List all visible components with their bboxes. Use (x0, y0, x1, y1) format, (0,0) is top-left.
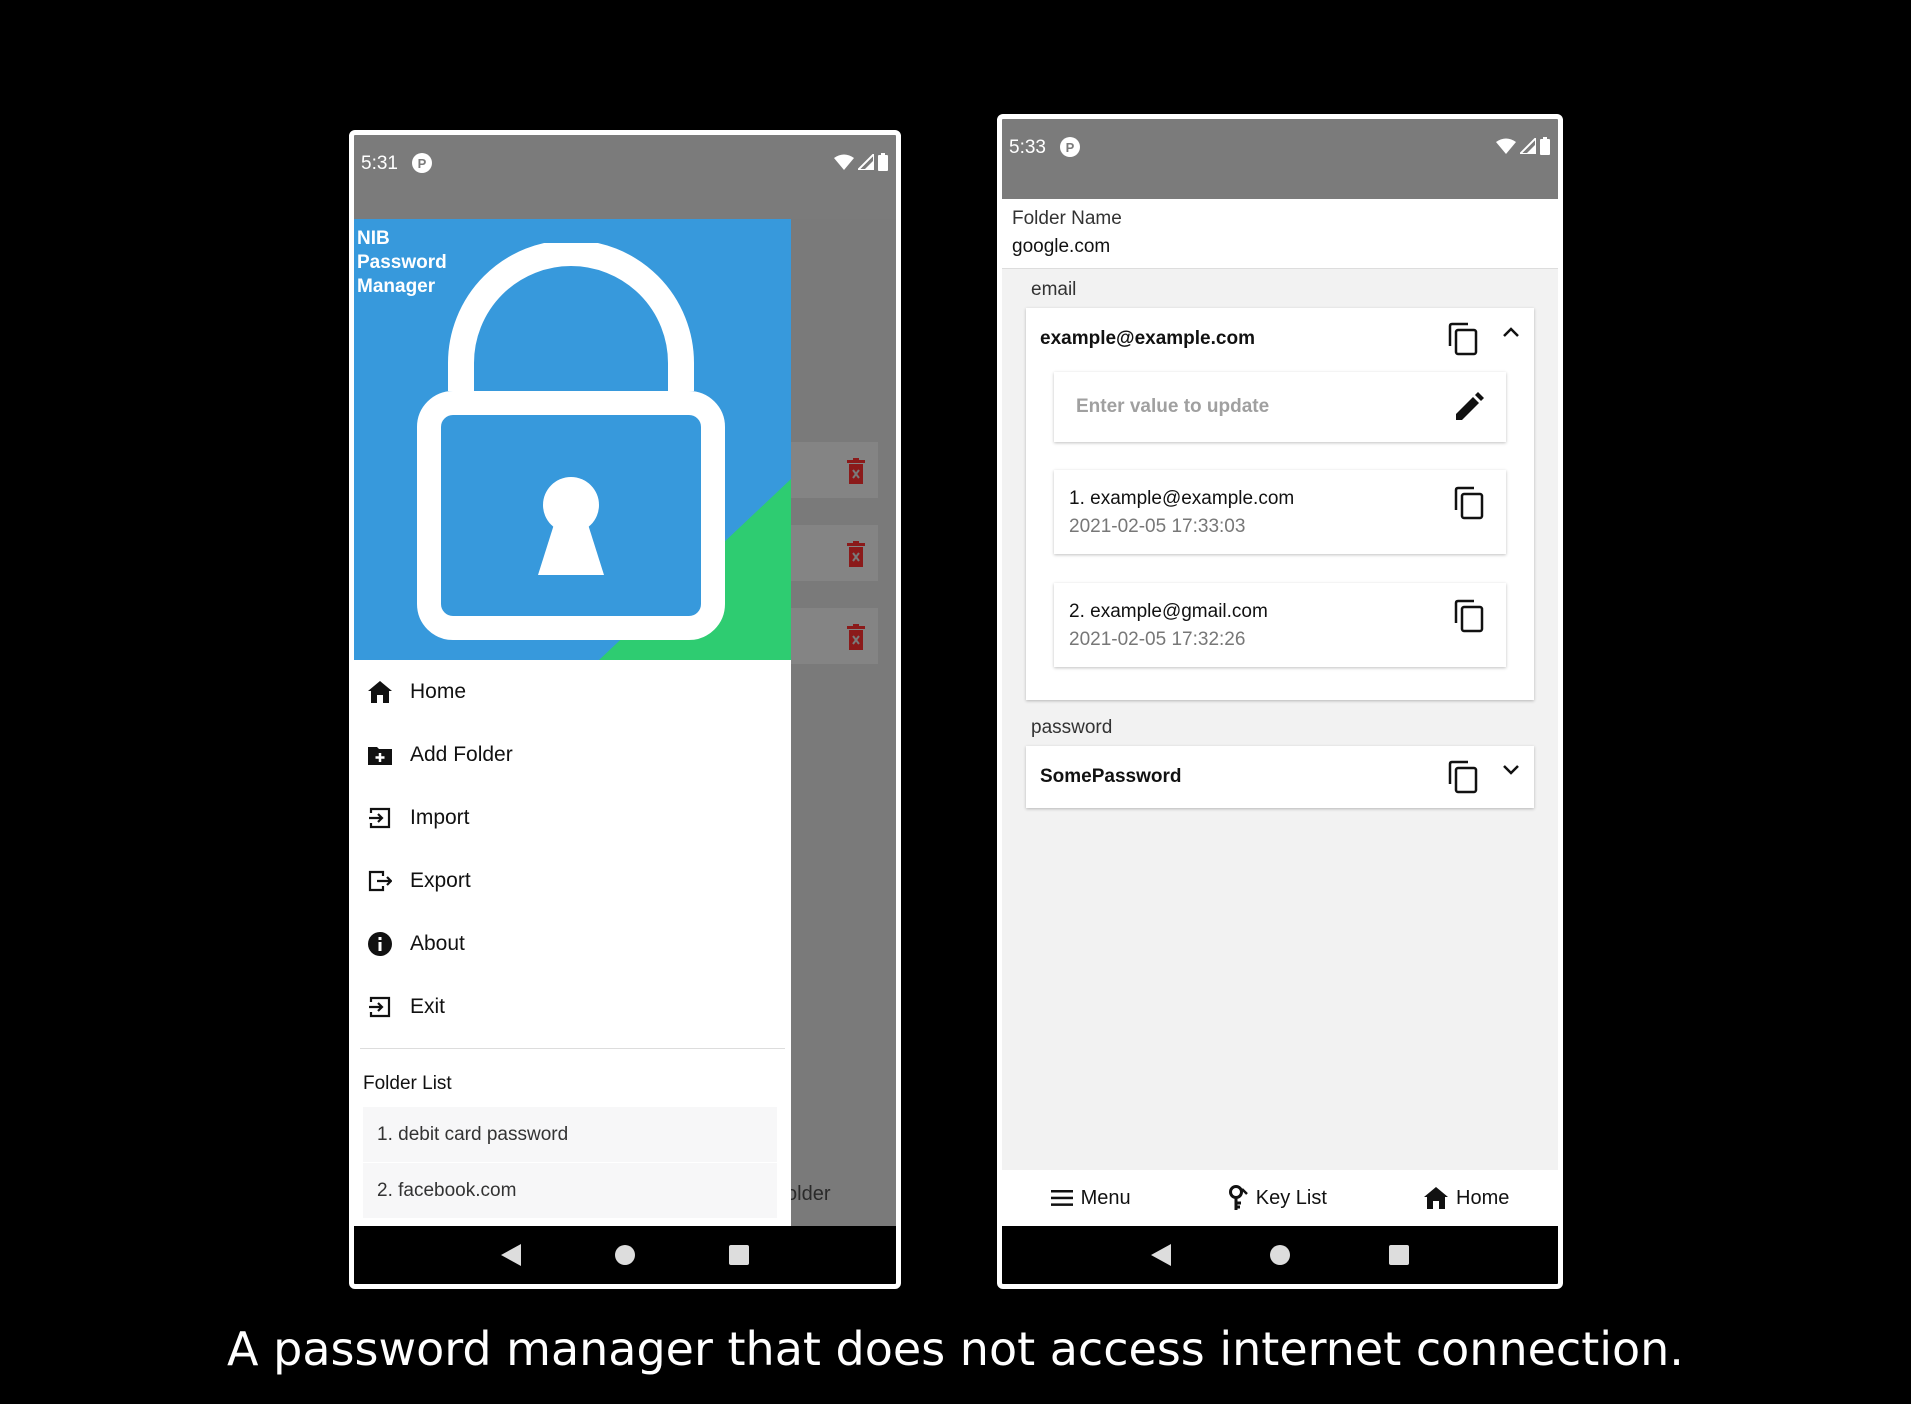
chevron-up-icon[interactable] (1502, 326, 1520, 338)
wifi-icon (1496, 138, 1516, 154)
left-screen: 5:31 P older NIB Password Manager Home A… (354, 135, 896, 1284)
wifi-icon (834, 154, 854, 170)
home-icon (1424, 1187, 1449, 1209)
status-bar: 5:33 P (1002, 119, 1558, 199)
folder-name-value: google.com (1012, 236, 1111, 257)
import-icon (367, 805, 393, 831)
recents-icon[interactable] (729, 1245, 750, 1265)
home-circle-icon[interactable] (614, 1244, 636, 1266)
app-title: NIB Password Manager (357, 228, 447, 297)
status-icons (1496, 137, 1550, 155)
history-item: 1. example@example.com 2021-02-05 17:33:… (1054, 470, 1506, 554)
signal-icon (1520, 138, 1536, 154)
back-icon[interactable] (500, 1244, 521, 1266)
back-icon[interactable] (1151, 1244, 1171, 1266)
copy-icon[interactable] (1448, 760, 1478, 794)
status-time: 5:33 (1009, 137, 1046, 158)
left-phone: 5:31 P older NIB Password Manager Home A… (349, 130, 901, 1289)
update-value-input[interactable]: Enter value to update (1054, 372, 1506, 442)
key-icon (1228, 1185, 1248, 1210)
history-timestamp: 2021-02-05 17:33:03 (1069, 516, 1246, 537)
status-time: 5:31 (361, 153, 398, 174)
recents-icon[interactable] (1389, 1245, 1409, 1265)
drawer-header: NIB Password Manager (354, 219, 791, 660)
field-label-email: email (1031, 279, 1077, 300)
field-card-password: SomePassword (1026, 746, 1534, 808)
info-icon (367, 931, 393, 957)
tab-key-list[interactable]: Key List (1228, 1185, 1327, 1211)
tab-menu[interactable]: Menu (1050, 1186, 1131, 1210)
battery-icon (1540, 137, 1550, 155)
background-card (788, 525, 878, 581)
background-card (788, 442, 878, 498)
signal-icon (858, 154, 874, 170)
notification-icon: P (411, 153, 432, 173)
update-placeholder: Enter value to update (1076, 396, 1270, 417)
history-value: 1. example@example.com (1069, 488, 1295, 509)
menu-item-home[interactable]: Home (354, 660, 791, 723)
system-nav-bar (1002, 1226, 1558, 1284)
field-header-email[interactable]: example@example.com (1026, 308, 1534, 370)
home-icon (367, 679, 393, 705)
copy-icon[interactable] (1454, 599, 1484, 633)
right-screen: 5:33 P Folder Name google.com email exam… (1002, 119, 1558, 1284)
menu-icon (1050, 1190, 1073, 1206)
menu-item-export[interactable]: Export (354, 849, 791, 912)
background-card (788, 608, 878, 664)
add-folder-icon (367, 742, 393, 768)
caption-text: A password manager that does not access … (227, 1322, 1684, 1376)
folder-header: Folder Name google.com (1002, 199, 1558, 269)
chevron-down-icon[interactable] (1502, 764, 1520, 776)
tab-label: Key List (1255, 1186, 1327, 1209)
folder-list-item[interactable]: 1. debit card password (363, 1107, 777, 1163)
home-circle-icon[interactable] (1269, 1244, 1291, 1266)
menu-item-add-folder[interactable]: Add Folder (354, 723, 791, 786)
navigation-drawer: NIB Password Manager Home Add Folder Imp… (354, 219, 791, 1226)
field-header-password[interactable]: SomePassword (1026, 746, 1534, 808)
exit-icon (367, 994, 393, 1020)
right-phone: 5:33 P Folder Name google.com email exam… (997, 114, 1563, 1289)
delete-icon (847, 624, 865, 650)
tab-label: Menu (1080, 1186, 1131, 1209)
tab-label: Home (1456, 1186, 1510, 1209)
tab-home[interactable]: Home (1424, 1187, 1509, 1210)
history-value: 2. example@gmail.com (1069, 601, 1268, 622)
copy-icon[interactable] (1448, 322, 1478, 356)
export-icon (367, 868, 393, 894)
bottom-tab-bar: Menu Key List Home (1002, 1170, 1558, 1226)
drawer-menu: Home Add Folder Import Export About Exit (354, 660, 791, 1038)
folder-list-item[interactable]: 2. facebook.com (363, 1163, 777, 1219)
folder-list-heading: Folder List (363, 1073, 452, 1094)
field-value: SomePassword (1040, 766, 1182, 787)
field-card-email: example@example.com Enter value to updat… (1026, 308, 1534, 700)
menu-item-import[interactable]: Import (354, 786, 791, 849)
menu-item-label: Home (410, 679, 467, 703)
history-item: 2. example@gmail.com 2021-02-05 17:32:26 (1054, 583, 1506, 667)
notification-icon: P (1059, 137, 1080, 157)
status-icons (834, 153, 888, 171)
delete-icon (847, 458, 865, 484)
battery-icon (878, 153, 888, 171)
folder-name-label: Folder Name (1012, 208, 1122, 229)
menu-item-label: Export (410, 868, 471, 892)
field-value: example@example.com (1040, 328, 1255, 349)
copy-icon[interactable] (1454, 486, 1484, 520)
status-bar: 5:31 P (354, 135, 896, 219)
system-nav-bar (354, 1226, 896, 1284)
menu-item-label: Exit (410, 994, 446, 1018)
menu-item-exit[interactable]: Exit (354, 975, 791, 1038)
menu-item-about[interactable]: About (354, 912, 791, 975)
menu-item-label: Add Folder (410, 742, 513, 766)
edit-pencil-icon[interactable] (1456, 392, 1484, 420)
menu-item-label: About (410, 931, 465, 955)
delete-icon (847, 541, 865, 567)
background-partial-text: older (786, 1183, 831, 1205)
field-label-password: password (1031, 717, 1113, 738)
lock-icon (417, 243, 725, 640)
menu-item-label: Import (410, 805, 470, 829)
history-timestamp: 2021-02-05 17:32:26 (1069, 629, 1246, 650)
